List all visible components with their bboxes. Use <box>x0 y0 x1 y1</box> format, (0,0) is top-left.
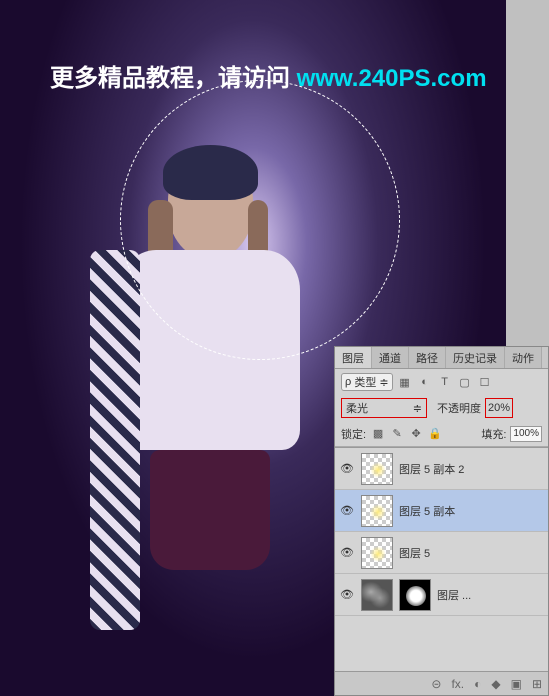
filter-label: 类型 <box>354 374 376 390</box>
layer-mask-thumbnail[interactable] <box>399 579 431 611</box>
fill-value: 100% <box>513 428 539 439</box>
layer-name[interactable]: 图层 5 <box>399 545 430 561</box>
lock-brush-icon[interactable]: ✎ <box>389 426 405 442</box>
fill-value-box[interactable]: 100% <box>510 426 542 442</box>
filter-adjust-icon[interactable]: ◐ <box>417 374 433 390</box>
layer-row[interactable]: 👁 图层 5 副本 <box>335 490 548 532</box>
lock-move-icon[interactable]: ✥ <box>408 426 424 442</box>
tab-actions[interactable]: 动作 <box>505 347 542 368</box>
filter-symbol: ρ <box>345 376 351 388</box>
mask-icon[interactable]: ◐ <box>474 677 481 691</box>
layers-panel[interactable]: 图层 通道 路径 历史记录 动作 ρ 类型 ≑ ▦ ◐ T ▢ ☐ 柔光 ≑ 不… <box>334 346 549 696</box>
layer-row[interactable]: 👁 图层 5 <box>335 532 548 574</box>
watermark-text: 更多精品教程，请访问 <box>50 65 290 92</box>
link-layers-icon[interactable]: ⊝ <box>431 677 441 691</box>
layer-row[interactable]: 👁 图层 ... <box>335 574 548 616</box>
lock-all-icon[interactable]: 🔒 <box>427 426 443 442</box>
visibility-icon[interactable]: 👁 <box>339 587 355 603</box>
filter-shape-icon[interactable]: ▢ <box>457 374 473 390</box>
fill-label: 填充: <box>481 426 506 442</box>
selection-marquee[interactable] <box>120 80 400 360</box>
layer-name[interactable]: 图层 5 副本 <box>399 503 455 519</box>
visibility-icon[interactable]: 👁 <box>339 503 355 519</box>
filter-smart-icon[interactable]: ☐ <box>477 374 493 390</box>
watermark: 更多精品教程，请访问 www.240PS.com <box>50 58 487 93</box>
chevron-down-icon: ≑ <box>413 402 422 415</box>
layer-thumbnail[interactable] <box>361 453 393 485</box>
lock-label: 锁定: <box>341 426 366 442</box>
tab-paths[interactable]: 路径 <box>409 347 446 368</box>
blend-mode-value: 柔光 <box>346 400 368 416</box>
filter-text-icon[interactable]: T <box>437 374 453 390</box>
filter-image-icon[interactable]: ▦ <box>397 374 413 390</box>
layer-thumbnail[interactable] <box>361 537 393 569</box>
group-icon[interactable]: ▣ <box>511 677 522 691</box>
layer-name[interactable]: 图层 ... <box>437 587 471 603</box>
opacity-value: 20% <box>488 402 510 414</box>
tab-layers[interactable]: 图层 <box>335 347 372 368</box>
filter-row: ρ 类型 ≑ ▦ ◐ T ▢ ☐ <box>335 369 548 395</box>
panel-tabs: 图层 通道 路径 历史记录 动作 <box>335 347 548 369</box>
chevron-down-icon: ≑ <box>376 376 388 389</box>
lock-pixels-icon[interactable]: ▩ <box>370 426 386 442</box>
blend-mode-dropdown[interactable]: 柔光 ≑ <box>341 398 427 418</box>
opacity-label: 不透明度 <box>437 400 481 416</box>
new-layer-icon[interactable]: ⊞ <box>532 677 542 691</box>
tab-channels[interactable]: 通道 <box>372 347 409 368</box>
visibility-icon[interactable]: 👁 <box>339 545 355 561</box>
visibility-icon[interactable]: 👁 <box>339 461 355 477</box>
layer-list: 👁 图层 5 副本 2 👁 图层 5 副本 👁 图层 5 👁 图层 ... <box>335 447 548 616</box>
tab-history[interactable]: 历史记录 <box>446 347 505 368</box>
adjustment-icon[interactable]: ◆ <box>491 677 500 691</box>
blend-row: 柔光 ≑ 不透明度 20% <box>335 395 548 421</box>
lock-row: 锁定: ▩ ✎ ✥ 🔒 填充: 100% <box>335 421 548 447</box>
layer-row[interactable]: 👁 图层 5 副本 2 <box>335 448 548 490</box>
figure-skirt <box>150 450 270 570</box>
opacity-value-box[interactable]: 20% <box>485 398 513 418</box>
layer-thumbnail[interactable] <box>361 495 393 527</box>
fx-icon[interactable]: fx. <box>451 677 464 691</box>
watermark-url: www.240PS.com <box>297 65 487 92</box>
panel-bottom-bar: ⊝ fx. ◐ ◆ ▣ ⊞ <box>335 671 548 695</box>
layer-name[interactable]: 图层 5 副本 2 <box>399 461 464 477</box>
figure-scarf <box>90 250 140 630</box>
layer-thumbnail[interactable] <box>361 579 393 611</box>
filter-type-dropdown[interactable]: ρ 类型 ≑ <box>341 373 393 391</box>
